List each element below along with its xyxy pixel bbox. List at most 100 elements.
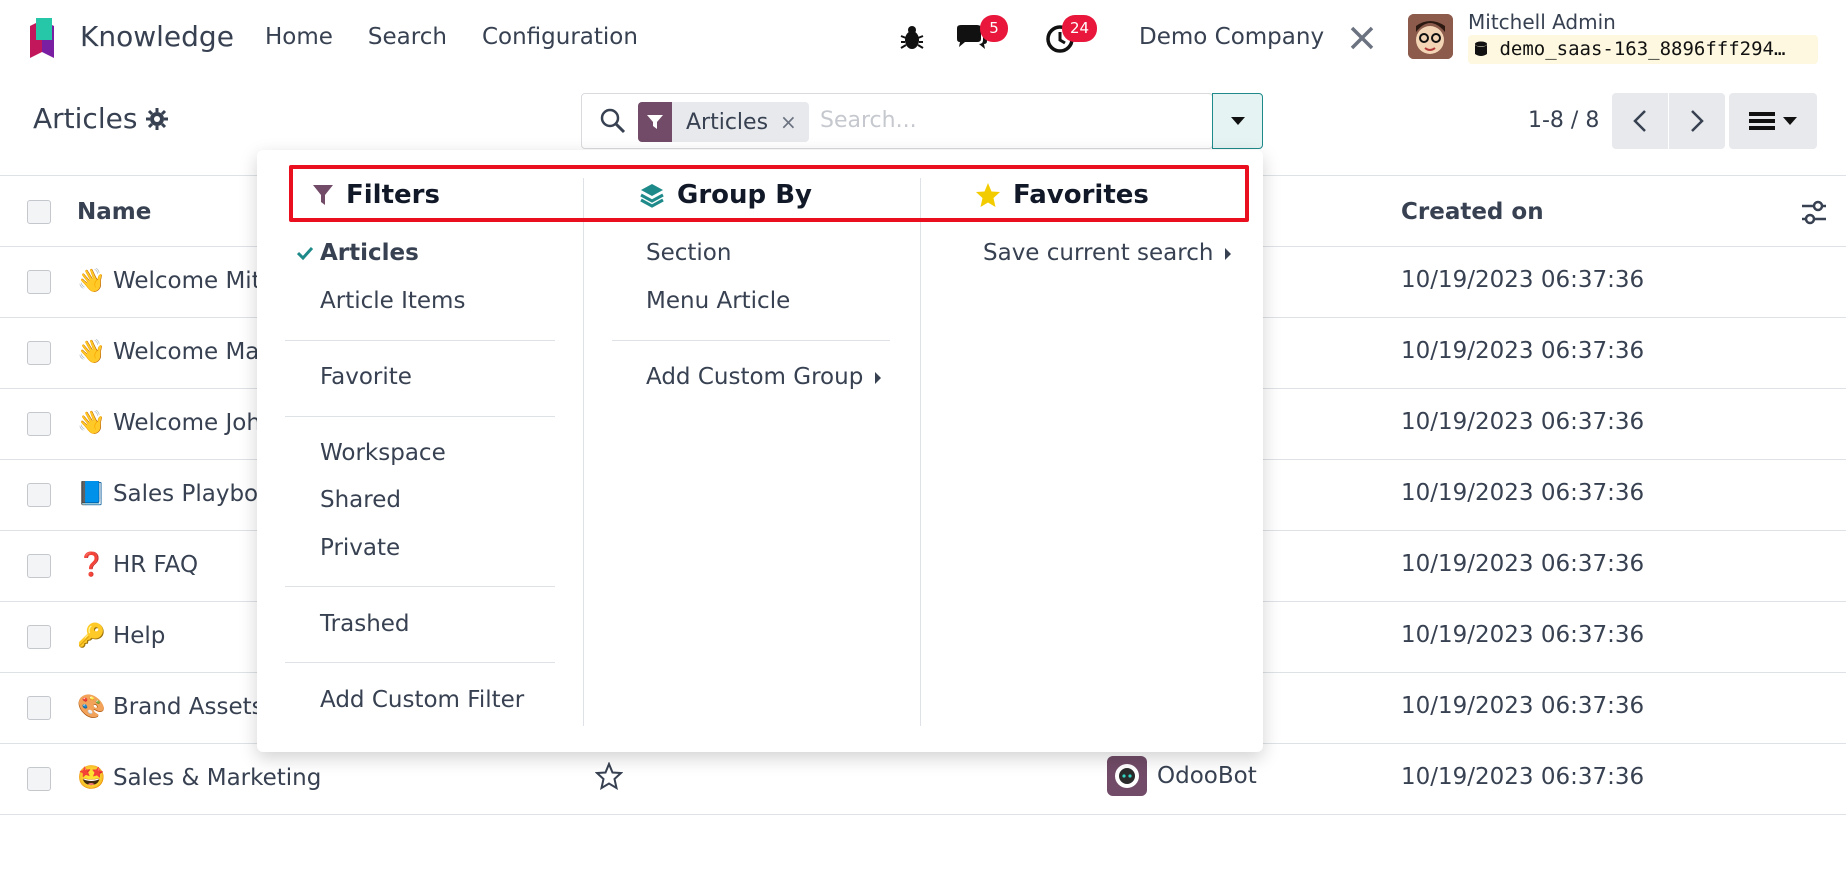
- group-by-menu-article[interactable]: Menu Article: [646, 288, 790, 314]
- checkmark-icon: [297, 246, 313, 260]
- app-name[interactable]: Knowledge: [80, 20, 234, 53]
- top-navbar: Knowledge Home Search Configuration 5 24…: [0, 0, 1846, 76]
- filter-private[interactable]: Private: [320, 535, 400, 561]
- divider: [285, 586, 555, 587]
- layers-icon: [640, 184, 664, 208]
- user-name[interactable]: Mitchell Admin: [1468, 10, 1616, 34]
- debug-bug-icon[interactable]: [899, 24, 925, 52]
- search-input[interactable]: Search...: [820, 108, 917, 133]
- messages-badge: 5: [980, 15, 1008, 42]
- filter-shared[interactable]: Shared: [320, 487, 401, 513]
- main-menu: Home Search Configuration: [265, 24, 638, 50]
- favorites-heading: Favorites: [975, 180, 1149, 210]
- caret-right-icon: [875, 371, 882, 384]
- article-name: 👋 Welcome Joh: [77, 410, 261, 436]
- row-checkbox[interactable]: [27, 341, 51, 365]
- search-bar[interactable]: Articles × Search...: [581, 93, 1213, 149]
- user-avatar[interactable]: [1408, 14, 1453, 59]
- row-checkbox[interactable]: [27, 412, 51, 436]
- facet-remove-icon[interactable]: ×: [780, 110, 809, 134]
- optional-columns-sliders-icon[interactable]: [1800, 200, 1828, 226]
- divider: [612, 340, 890, 341]
- view-switcher-button[interactable]: [1729, 93, 1817, 149]
- favorites-title: Favorites: [1013, 180, 1149, 210]
- divider: [285, 416, 555, 417]
- filters-heading: Filters: [312, 180, 440, 210]
- select-all-checkbox[interactable]: [27, 200, 51, 224]
- created-on-cell: 10/19/2023 06:37:36: [1401, 480, 1645, 506]
- filter-workspace[interactable]: Workspace: [320, 440, 446, 466]
- tools-wrench-icon[interactable]: [1349, 25, 1375, 51]
- activities-badge: 24: [1062, 15, 1098, 42]
- created-on-cell: 10/19/2023 06:37:36: [1401, 622, 1645, 648]
- article-name: 👋 Welcome Ma: [77, 339, 260, 365]
- chevron-right-icon: [1691, 110, 1704, 132]
- company-switcher[interactable]: Demo Company: [1139, 24, 1324, 50]
- row-checkbox[interactable]: [27, 554, 51, 578]
- pager-previous-button[interactable]: [1612, 93, 1668, 149]
- row-checkbox[interactable]: [27, 767, 51, 791]
- facet-label: Articles: [686, 109, 769, 135]
- filter-trashed[interactable]: Trashed: [320, 611, 410, 637]
- article-name: 🔑 Help: [77, 623, 166, 649]
- caret-down-icon: [1230, 117, 1245, 125]
- caret-right-icon: [1225, 247, 1232, 260]
- pager-next-button[interactable]: [1669, 93, 1725, 149]
- filter-funnel-icon: [638, 102, 672, 142]
- gear-icon[interactable]: [146, 108, 168, 130]
- add-custom-group[interactable]: Add Custom Group: [646, 364, 882, 390]
- owner-name: OdooBot: [1157, 763, 1257, 789]
- menu-configuration[interactable]: Configuration: [482, 24, 638, 50]
- group-by-title: Group By: [677, 180, 812, 210]
- caret-down-icon: [1783, 117, 1797, 125]
- save-current-search[interactable]: Save current search: [983, 240, 1232, 266]
- row-checkbox[interactable]: [27, 270, 51, 294]
- divider: [285, 662, 555, 663]
- add-custom-group-label: Add Custom Group: [646, 364, 864, 390]
- page-title: Articles: [33, 102, 138, 135]
- row-checkbox[interactable]: [27, 696, 51, 720]
- filters-title: Filters: [346, 180, 440, 210]
- search-panel-dropdown: Filters Articles Article Items Favorite …: [257, 150, 1263, 752]
- created-on-cell: 10/19/2023 06:37:36: [1401, 551, 1645, 577]
- article-name: 📘 Sales Playboo: [77, 481, 273, 507]
- divider: [285, 340, 555, 341]
- group-by-section[interactable]: Section: [646, 240, 731, 266]
- article-name: 🤩 Sales & Marketing: [77, 765, 322, 791]
- article-name: 👋 Welcome Mit: [77, 268, 261, 294]
- row-checkbox[interactable]: [27, 483, 51, 507]
- search-facet: Articles ×: [638, 102, 809, 142]
- filter-articles[interactable]: Articles: [320, 240, 419, 266]
- favorite-star-icon[interactable]: [595, 762, 623, 790]
- menu-search[interactable]: Search: [368, 24, 447, 50]
- pager-value[interactable]: 1-8 / 8: [1528, 108, 1599, 133]
- save-current-search-label: Save current search: [983, 240, 1214, 266]
- filter-funnel-icon: [313, 185, 333, 205]
- search-icon[interactable]: [600, 108, 626, 134]
- filter-article-items[interactable]: Article Items: [320, 288, 465, 314]
- article-name: ❓ HR FAQ: [77, 552, 199, 578]
- knowledge-logo[interactable]: [26, 16, 58, 60]
- star-icon: [976, 183, 1000, 207]
- article-name: 🎨 Brand Assets: [77, 694, 264, 720]
- column-divider: [920, 178, 921, 726]
- created-on-cell: 10/19/2023 06:37:36: [1401, 693, 1645, 719]
- created-on-cell: 10/19/2023 06:37:36: [1401, 267, 1645, 293]
- created-on-cell: 10/19/2023 06:37:36: [1401, 409, 1645, 435]
- filter-favorite[interactable]: Favorite: [320, 364, 412, 390]
- column-header-name[interactable]: Name: [77, 199, 151, 225]
- row-checkbox[interactable]: [27, 625, 51, 649]
- table-row[interactable]: 🤩 Sales & Marketing OdooBot 10/19/2023 0…: [0, 744, 1846, 815]
- menu-home[interactable]: Home: [265, 24, 333, 50]
- database-label: demo_saas-163_8896fff294…: [1499, 38, 1786, 60]
- article-owner: OdooBot: [1107, 756, 1257, 796]
- add-custom-filter[interactable]: Add Custom Filter: [320, 687, 524, 713]
- created-on-cell: 10/19/2023 06:37:36: [1401, 764, 1645, 790]
- column-header-created-on[interactable]: Created on: [1401, 199, 1544, 225]
- odoobot-avatar: [1107, 756, 1147, 796]
- created-on-cell: 10/19/2023 06:37:36: [1401, 338, 1645, 364]
- database-icon: [1475, 41, 1487, 56]
- chevron-left-icon: [1633, 110, 1646, 132]
- search-options-toggle[interactable]: [1212, 93, 1263, 149]
- column-divider: [583, 178, 584, 726]
